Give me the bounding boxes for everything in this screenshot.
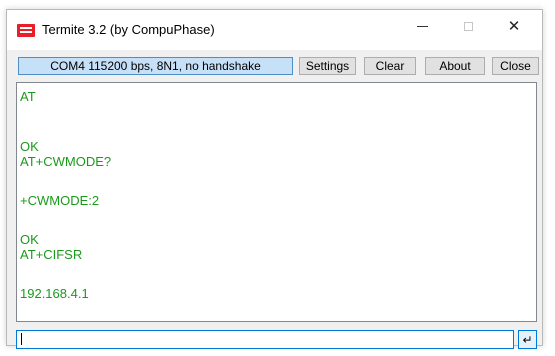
command-input[interactable] bbox=[16, 330, 514, 349]
terminal-line: +CWMODE:2 bbox=[20, 193, 100, 208]
clear-button[interactable]: Clear bbox=[364, 57, 416, 75]
maximize-button[interactable] bbox=[445, 10, 491, 42]
minimize-button[interactable] bbox=[399, 10, 445, 42]
toolbar: COM4 115200 bps, 8N1, no handshake Setti… bbox=[7, 55, 542, 77]
terminal-output[interactable]: AT OK AT+CWMODE? +CWMODE:2 OK AT+CIFSR 1… bbox=[16, 82, 537, 322]
input-row: ↵ bbox=[16, 330, 537, 349]
window-close-button[interactable]: ✕ bbox=[491, 10, 537, 42]
termite-app-icon bbox=[17, 24, 35, 37]
about-button[interactable]: About bbox=[425, 57, 485, 75]
settings-button[interactable]: Settings bbox=[299, 57, 356, 75]
minimize-icon bbox=[416, 25, 428, 27]
terminal-line: OK bbox=[20, 232, 39, 247]
text-caret bbox=[21, 333, 22, 345]
title-bar: Termite 3.2 (by CompuPhase) ✕ bbox=[7, 10, 542, 50]
window-title: Termite 3.2 (by CompuPhase) bbox=[42, 22, 215, 37]
maximize-icon bbox=[463, 21, 473, 31]
close-button[interactable]: Close bbox=[492, 57, 539, 75]
enter-arrow-icon: ↵ bbox=[522, 332, 533, 347]
send-button[interactable]: ↵ bbox=[518, 330, 537, 349]
terminal-line: AT bbox=[20, 89, 36, 104]
connection-status[interactable]: COM4 115200 bps, 8N1, no handshake bbox=[18, 57, 293, 75]
terminal-line: AT+CWMODE? bbox=[20, 154, 112, 169]
terminal-line: AT+CIFSR bbox=[20, 247, 83, 262]
close-icon: ✕ bbox=[507, 17, 521, 35]
terminal-line: 192.168.4.1 bbox=[20, 286, 89, 301]
terminal-line: OK bbox=[20, 139, 39, 154]
termite-window: Termite 3.2 (by CompuPhase) ✕ COM4 11520… bbox=[6, 9, 543, 349]
